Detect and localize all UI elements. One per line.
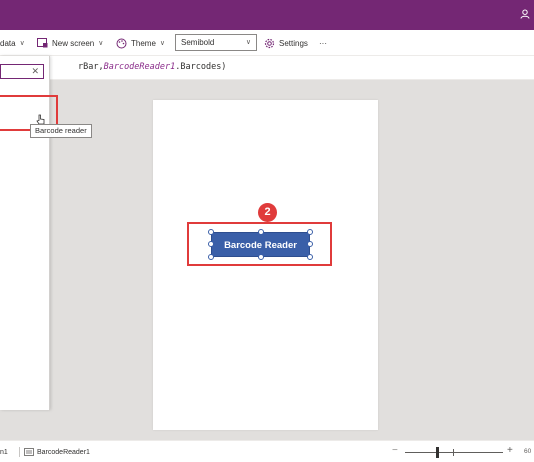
step-badge: 2 [258,203,277,222]
chevron-down-icon: ∨ [19,40,25,47]
gear-icon [264,38,275,48]
resize-handle[interactable] [307,229,313,235]
zoom-in-button[interactable]: + [507,445,513,456]
new-screen-label: New screen [52,38,95,48]
user-icon[interactable] [520,9,530,19]
resize-handle[interactable] [307,241,313,247]
new-screen-icon [37,38,48,48]
resize-handle[interactable] [307,254,313,260]
formula-control-ref: BarcodeReader1 [103,62,176,72]
font-weight-value: Semibold [181,38,215,47]
theme-button[interactable]: Theme ∨ [116,30,165,56]
breadcrumb-screen[interactable]: n1 [0,441,8,462]
data-button[interactable]: data ∨ [0,30,25,56]
zoom-value: 60 [524,448,532,455]
settings-button[interactable]: Settings [264,30,308,56]
chevron-down-icon: ∨ [245,39,251,46]
resize-handle[interactable] [258,229,264,235]
screen-label: n1 [0,448,8,456]
formula-prefix: rBar, [78,62,104,72]
theme-label: Theme [131,38,156,48]
command-toolbar: data ∨ New screen ∨ Theme ∨ Semibold ∨ S… [0,30,534,56]
clear-search-icon[interactable]: ✕ [31,66,39,77]
data-label: data [0,38,16,48]
palette-icon [116,38,127,48]
zoom-out-button[interactable]: − [392,445,398,456]
selected-control-label: BarcodeReader1 [37,448,90,456]
new-screen-button[interactable]: New screen ∨ [37,30,103,56]
zoom-slider[interactable] [405,452,503,453]
insert-search-input[interactable]: ✕ [0,64,44,79]
font-weight-select[interactable]: Semibold ∨ [175,34,257,51]
breadcrumb-control[interactable]: BarcodeReader1 [24,441,90,462]
resize-handle[interactable] [258,254,264,260]
chevron-down-icon: ∨ [159,40,166,47]
settings-label: Settings [279,38,308,48]
title-bar [0,0,534,30]
resize-handle[interactable] [208,254,214,260]
control-icon [24,448,34,456]
status-bar: n1 BarcodeReader1 − + 60 [0,440,534,462]
formula-bar[interactable]: rBar,BarcodeReader1.Barcodes) [0,56,534,80]
zoom-tick [453,449,454,456]
formula-suffix: .Barcodes) [175,62,227,72]
resize-handle[interactable] [208,241,214,247]
zoom-slider-thumb[interactable] [436,447,439,458]
divider [19,447,20,457]
chevron-down-icon: ∨ [98,40,104,47]
tooltip: Barcode reader [30,124,92,138]
resize-handle[interactable] [208,229,214,235]
more-button[interactable]: ··· [319,30,327,56]
formula-text[interactable]: rBar,BarcodeReader1.Barcodes) [78,62,226,72]
insert-item-barcode-reader[interactable] [0,156,50,178]
more-label: ··· [319,38,327,48]
